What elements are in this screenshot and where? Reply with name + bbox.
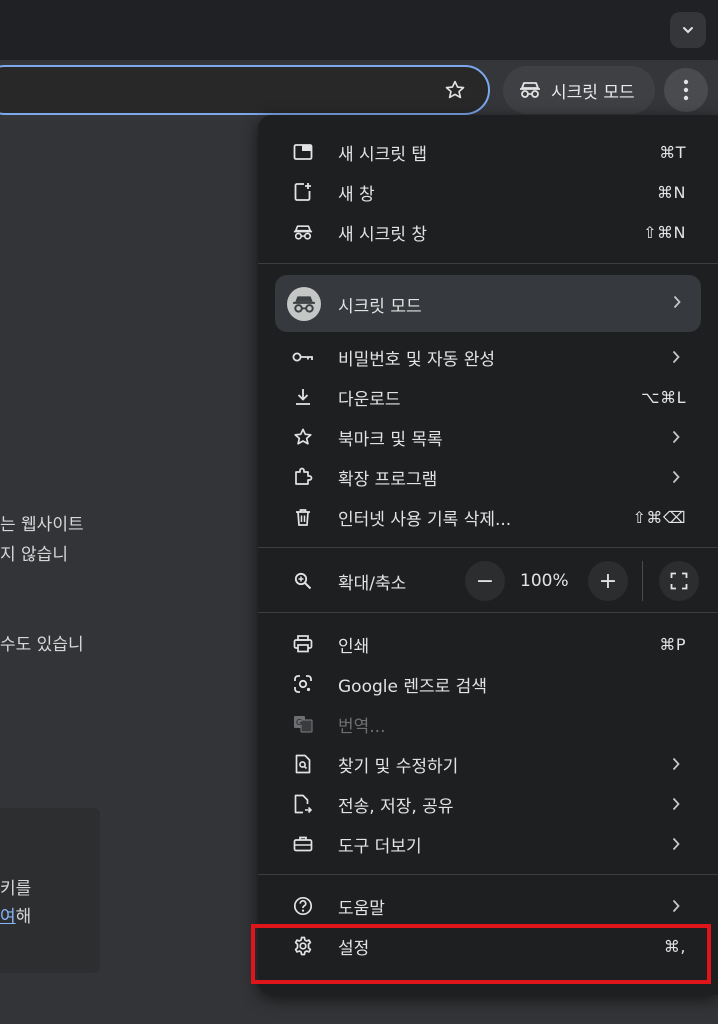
zoom-level: 100% [520, 571, 569, 591]
incognito-icon [519, 81, 541, 99]
new-window-icon [292, 181, 314, 203]
card-link[interactable]: 여 [0, 907, 16, 927]
svg-text:G: G [296, 718, 302, 727]
page-text-line: 지 않습니 [0, 545, 68, 565]
share-icon [292, 793, 314, 815]
menu-item-new-incognito-tab[interactable]: 새 시크릿 탭 ⌘T [258, 133, 718, 171]
incognito-chip[interactable]: 시크릿 모드 [503, 66, 655, 114]
chevron-right-icon [672, 898, 682, 914]
print-icon [292, 633, 314, 655]
menu-item-new-incognito-window[interactable]: 새 시크릿 창 ⇧⌘N [258, 213, 718, 251]
menu-item-new-window[interactable]: 새 창 ⌘N [258, 173, 718, 211]
chrome-main-menu: 새 시크릿 탭 ⌘T 새 창 ⌘N 새 시크릿 창 ⇧⌘N 시크릿 모드 비밀번… [258, 115, 718, 995]
menu-item-zoom: 확대/축소 − 100% + [258, 561, 718, 601]
chevron-right-icon [672, 756, 682, 772]
zoom-in-button[interactable]: + [588, 561, 628, 601]
lens-icon [292, 673, 314, 695]
card-text: 키를 [0, 879, 32, 899]
incognito-avatar-icon [287, 287, 321, 321]
menu-item-extensions[interactable]: 확장 프로그램 [258, 458, 718, 496]
menu-item-bookmarks-lists[interactable]: 북마크 및 목록 [258, 418, 718, 456]
incognito-icon [292, 221, 314, 243]
menu-item-clear-browsing-data[interactable]: 인터넷 사용 기록 삭제... ⇧⌘⌫ [258, 498, 718, 536]
chevron-right-icon [672, 349, 682, 365]
menu-item-find-edit[interactable]: 찾기 및 수정하기 [258, 745, 718, 783]
menu-item-settings[interactable]: 설정 ⌘, [258, 927, 718, 965]
menu-item-help[interactable]: 도움말 [258, 887, 718, 925]
find-icon [292, 753, 314, 775]
chevron-right-icon [672, 429, 682, 445]
zoom-divider [642, 561, 643, 601]
chevron-down-icon [681, 23, 695, 37]
help-icon [292, 895, 314, 917]
tab-strip [0, 0, 718, 60]
menu-separator [258, 547, 718, 548]
menu-item-send-save-share[interactable]: 전송, 저장, 공유 [258, 785, 718, 823]
menu-separator [258, 263, 718, 264]
toolbox-icon [292, 833, 314, 855]
menu-item-downloads[interactable]: 다운로드 ⌥⌘L [258, 378, 718, 416]
translate-icon: G [292, 713, 314, 735]
chevron-right-icon [673, 295, 681, 309]
info-card: 키를 여해 [0, 808, 100, 973]
menu-item-print[interactable]: 인쇄 ⌘P [258, 625, 718, 663]
more-menu-button[interactable] [664, 68, 708, 112]
page-text-line: 수도 있습니 [0, 635, 84, 655]
gear-icon [292, 935, 314, 957]
menu-item-more-tools[interactable]: 도구 더보기 [258, 825, 718, 863]
fullscreen-button[interactable] [659, 561, 699, 601]
menu-item-translate: G 번역... [258, 705, 718, 743]
fullscreen-icon [670, 572, 688, 590]
menu-separator [258, 612, 718, 613]
menu-item-incognito-profile[interactable]: 시크릿 모드 [275, 275, 701, 332]
menu-item-google-lens[interactable]: Google 렌즈로 검색 [258, 665, 718, 703]
address-bar[interactable] [0, 65, 490, 115]
zoom-icon [292, 570, 314, 592]
extension-icon [292, 466, 314, 488]
tab-search-button[interactable] [670, 12, 706, 48]
key-icon [292, 346, 314, 368]
chevron-right-icon [672, 836, 682, 852]
card-text-line: 여해 [0, 907, 32, 927]
menu-separator [258, 874, 718, 875]
kebab-icon [683, 79, 689, 101]
menu-item-passwords-autofill[interactable]: 비밀번호 및 자동 완성 [258, 338, 718, 376]
download-icon [292, 386, 314, 408]
star-icon [292, 426, 314, 448]
toolbar: 시크릿 모드 [0, 60, 718, 120]
bookmark-star-icon[interactable] [442, 77, 468, 103]
chevron-right-icon [672, 796, 682, 812]
new-tab-icon [292, 141, 314, 163]
page-text-line: 는 웹사이트 [0, 515, 84, 535]
incognito-chip-label: 시크릿 모드 [551, 82, 635, 103]
chevron-right-icon [672, 469, 682, 485]
zoom-out-button[interactable]: − [465, 561, 505, 601]
trash-icon [292, 506, 314, 528]
